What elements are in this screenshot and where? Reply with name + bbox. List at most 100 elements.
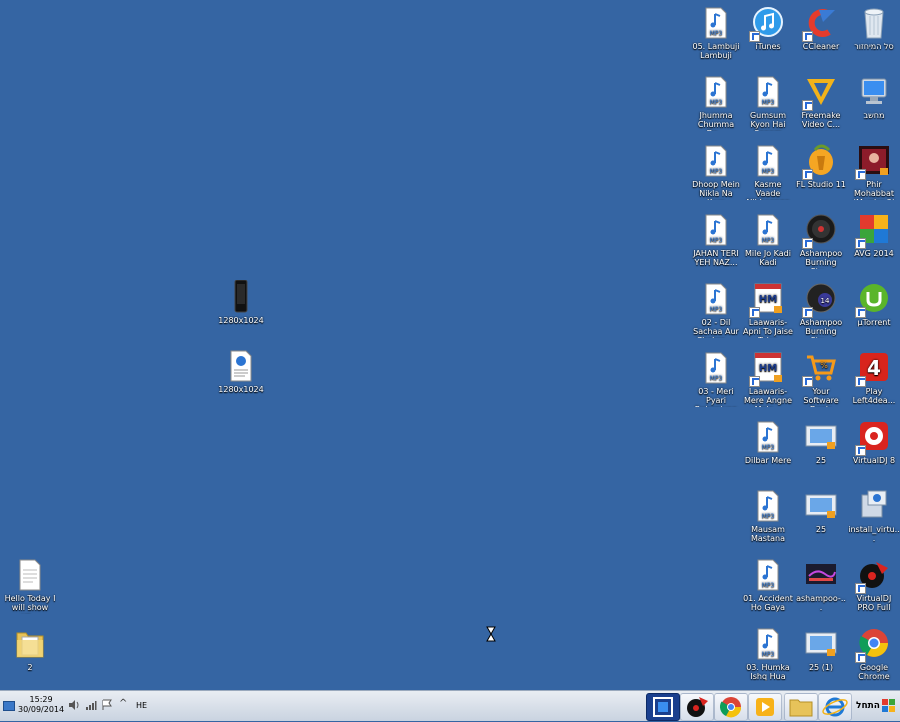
mp3-file-icon: MP3 <box>700 213 732 247</box>
desktop-icon-label: Dhoop Mein Nikla Na Karo <box>692 180 740 200</box>
desktop-icon-video[interactable]: Phir Mohabbat (Murder 2) ... <box>848 144 900 200</box>
volume-icon[interactable] <box>68 699 80 713</box>
desktop-icon-recycle-bin[interactable]: סל המיחזור <box>848 6 900 51</box>
phone-image-icon <box>225 279 257 314</box>
desktop-icon-virtualdj[interactable]: VirtualDJ 8 <box>848 420 900 465</box>
taskbar-button-explorer[interactable] <box>784 693 818 721</box>
taskbar-button-chrome[interactable] <box>714 693 748 721</box>
internet-explorer-icon <box>822 697 848 717</box>
virtualdj-icon <box>855 420 890 456</box>
desktop-icon-label: Phir Mohabbat (Murder 2) ... <box>853 180 895 200</box>
desktop-icon-label: Gumsum Kyon Hai Sanam <box>749 111 787 131</box>
desktop-icon-chrome[interactable]: Google Chrome <box>848 627 900 681</box>
desktop-icon-mp3[interactable]: MP3 Dilbar Mere <box>742 420 794 465</box>
desktop-icon-mp3[interactable]: MP3 Jhumma Chumma De... <box>690 75 742 131</box>
desktop-icon-mp3[interactable]: MP3 02 - Dil Sachaa Aur Chehra ... <box>690 282 742 338</box>
desktop-icon-video-file[interactable]: 25 <box>795 489 847 534</box>
show-hidden-icons-chevron-icon[interactable]: ^ <box>119 698 127 709</box>
media-center-icon <box>653 697 673 717</box>
taskbar-button-media-player[interactable] <box>748 693 782 721</box>
desktop-icon-computer[interactable]: מחשב <box>848 75 900 120</box>
desktop-icon-label: 25 (1) <box>808 663 834 672</box>
desktop-icon-label: Freemake Video C... <box>801 111 841 129</box>
desktop-icon-utorrent[interactable]: µTorrent <box>848 282 900 327</box>
desktop-icon-hm-video[interactable]: HM Laawaris-Apni To Jaise Taise <box>742 282 794 338</box>
desktop-icon-ccleaner[interactable]: CCleaner <box>795 6 847 51</box>
busy-cursor-icon <box>486 626 496 642</box>
svg-text:MP3: MP3 <box>710 237 723 244</box>
freemake-icon <box>802 75 837 111</box>
ccleaner-icon <box>802 6 837 42</box>
desktop-icon-mp3[interactable]: MP3 03 - Meri Pyari Baheniyan <box>690 351 742 407</box>
chrome-icon <box>719 697 742 718</box>
desktop-icon-html[interactable]: 1280x1024 <box>215 349 267 394</box>
folder-icon <box>14 627 46 661</box>
mp3-file-icon: MP3 <box>752 75 784 109</box>
desktop-icon-text-file[interactable]: Hello Today I will show yo... <box>4 558 56 614</box>
show-desktop-icon[interactable] <box>3 701 15 711</box>
desktop-icon-mp3[interactable]: MP3 Mile Jo Kadi Kadi <box>742 213 794 267</box>
desktop-icon-mp3[interactable]: MP3 Gumsum Kyon Hai Sanam <box>742 75 794 131</box>
desktop-icon-label: 1280x1024 <box>218 385 264 394</box>
media-player-icon <box>756 698 774 716</box>
desktop-icon-software-deals[interactable]: % Your Software Deals <box>795 351 847 407</box>
desktop-icon-label: 03 - Meri Pyari Baheniyan <box>695 387 737 407</box>
desktop-icon-freemake[interactable]: Freemake Video C... <box>795 75 847 129</box>
desktop-icon-label: install_virtu... <box>848 525 900 543</box>
taskbar-button-media-center[interactable] <box>646 693 680 721</box>
desktop-icon-label: 2 <box>27 663 33 672</box>
svg-text:MP3: MP3 <box>762 651 775 658</box>
avg-icon <box>855 213 890 249</box>
desktop: סל המיחזור CCleaner iTunes MP3 05. Lambu… <box>0 0 900 690</box>
desktop-icon-mp3[interactable]: MP3 05. Lambuji Lambuji <box>690 6 742 60</box>
desktop-icon-label: iTunes <box>755 42 781 51</box>
desktop-icon-avg[interactable]: AVG 2014 <box>848 213 900 258</box>
desktop-icon-video-file[interactable]: 25 <box>795 420 847 465</box>
desktop-icon-mp3[interactable]: MP3 Kasme Vaade Nibhaenge <box>742 144 794 200</box>
desktop-icon-label: JAHAN TERI YEH NAZ... <box>693 249 739 267</box>
desktop-icon-virtualdj-pro[interactable]: VirtualDJ PRO Full <box>848 558 900 612</box>
desktop-icon-label: Dilbar Mere <box>744 456 792 465</box>
desktop-icon-video[interactable]: ashampoo-... <box>795 558 847 612</box>
desktop-icon-fl-studio[interactable]: FL Studio 11 <box>795 144 847 189</box>
start-button[interactable]: התחל <box>850 691 900 721</box>
clock-date: 30/09/2014 <box>18 705 65 714</box>
desktop-icon-mp3[interactable]: MP3 03. Humka Ishq Hua <box>742 627 794 681</box>
desktop-icon-label: AVG 2014 <box>854 249 894 258</box>
hm-video-icon: HM <box>749 282 784 318</box>
taskbar-button-internet-explorer[interactable] <box>818 693 852 721</box>
taskbar-button-virtualdj[interactable] <box>680 693 714 721</box>
desktop-icon-hm-video[interactable]: HM Laawaris-Mere Angne Mein... <box>742 351 794 407</box>
desktop-icon-video-file[interactable]: 25 (1) <box>795 627 847 672</box>
clock[interactable]: 15:29 30/09/2014 <box>18 695 64 715</box>
desktop-icon-label: Your Software Deals <box>803 387 839 407</box>
desktop-icon-label: 02 - Dil Sachaa Aur Chehra ... <box>693 318 739 338</box>
desktop-icon-label: 1280x1024 <box>218 316 264 325</box>
desktop-icon-ashampoo14[interactable]: 14 Ashampoo Burning Stu... <box>795 282 847 338</box>
desktop-icon-ashampoo[interactable]: Ashampoo Burning Stu... <box>795 213 847 269</box>
mp3-file-icon: MP3 <box>752 144 784 178</box>
action-center-flag-icon[interactable] <box>101 699 113 713</box>
svg-text:4: 4 <box>867 356 881 380</box>
desktop-icon-mp3[interactable]: MP3 JAHAN TERI YEH NAZ... <box>690 213 742 267</box>
desktop-icon-image[interactable]: 1280x1024 <box>215 279 267 325</box>
desktop-icon-left4dead[interactable]: 4 Play Left4dea... <box>848 351 900 405</box>
language-indicator[interactable]: HE <box>136 701 147 710</box>
svg-text:MP3: MP3 <box>710 306 723 313</box>
desktop-icon-mp3[interactable]: MP3 Mausam Mastana <box>742 489 794 543</box>
taskbar: 15:29 30/09/2014 ^ HE התחל <box>0 690 900 721</box>
desktop-icon-itunes[interactable]: iTunes <box>742 6 794 51</box>
desktop-icon-label: Laawaris-Apni To Jaise Taise <box>743 318 793 338</box>
desktop-icon-installer[interactable]: install_virtu... <box>848 489 900 543</box>
svg-text:HM: HM <box>759 363 777 374</box>
svg-text:MP3: MP3 <box>762 99 775 106</box>
network-icon[interactable] <box>85 699 97 713</box>
mp3-file-icon: MP3 <box>700 6 732 40</box>
desktop-icon-folder[interactable]: 2 <box>4 627 56 672</box>
desktop-icon-mp3[interactable]: MP3 Dhoop Mein Nikla Na Karo <box>690 144 742 200</box>
desktop-icon-label: Ashampoo Burning Stu... <box>799 249 843 269</box>
text-file-icon <box>14 558 46 592</box>
desktop-icon-mp3[interactable]: MP3 01. Accident Ho Gaya <box>742 558 794 612</box>
mp3-file-icon: MP3 <box>752 489 784 523</box>
svg-text:MP3: MP3 <box>710 30 723 37</box>
